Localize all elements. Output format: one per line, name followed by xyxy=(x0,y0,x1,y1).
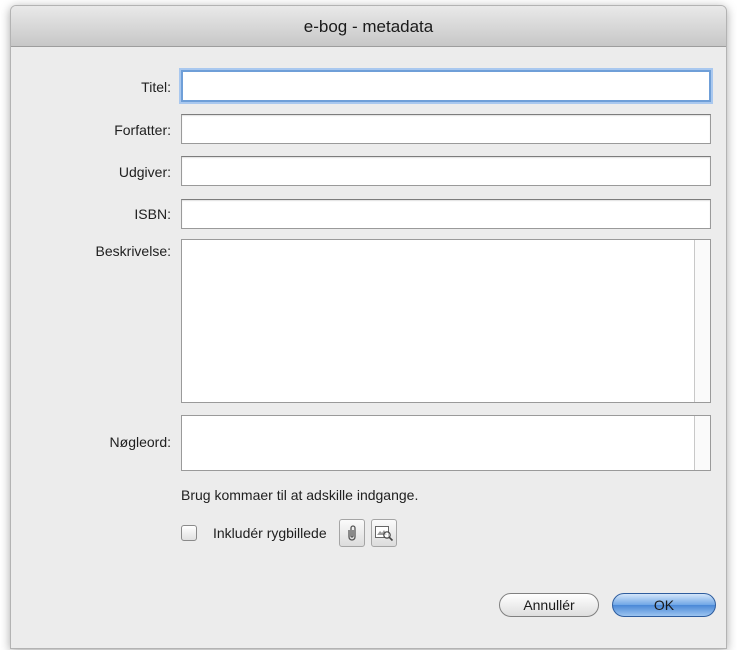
image-preview-icon xyxy=(374,526,393,542)
keywords-label: Nøgleord: xyxy=(109,434,171,450)
keywords-field[interactable] xyxy=(181,415,711,471)
author-label: Forfatter: xyxy=(114,122,171,138)
keywords-scrollbar[interactable] xyxy=(694,416,710,470)
paperclip-icon xyxy=(347,525,356,541)
description-label: Beskrivelse: xyxy=(95,243,171,259)
metadata-dialog: e-bog - metadata Titel: Forfatter: Udgiv… xyxy=(10,5,727,649)
isbn-label: ISBN: xyxy=(134,206,171,222)
keywords-hint: Brug kommaer til at adskille indgange. xyxy=(181,487,419,503)
description-text xyxy=(182,240,710,248)
include-cover-row: Inkludér rygbillede xyxy=(181,518,403,548)
description-scrollbar[interactable] xyxy=(694,240,710,402)
title-field[interactable] xyxy=(181,70,711,102)
publisher-field[interactable] xyxy=(181,156,711,186)
isbn-field[interactable] xyxy=(181,199,711,229)
include-cover-label[interactable]: Inkludér rygbillede xyxy=(213,525,327,541)
include-cover-checkbox[interactable] xyxy=(181,525,197,541)
attach-cover-button[interactable] xyxy=(338,519,365,547)
ok-button[interactable]: OK xyxy=(612,593,716,617)
cancel-button[interactable]: Annullér xyxy=(499,593,599,617)
description-field[interactable] xyxy=(181,239,711,403)
title-label: Titel: xyxy=(141,79,171,95)
publisher-label: Udgiver: xyxy=(118,164,171,180)
preview-cover-button[interactable] xyxy=(370,519,397,547)
keywords-text xyxy=(182,416,710,424)
window-title: e-bog - metadata xyxy=(11,6,726,47)
author-field[interactable] xyxy=(181,114,711,144)
